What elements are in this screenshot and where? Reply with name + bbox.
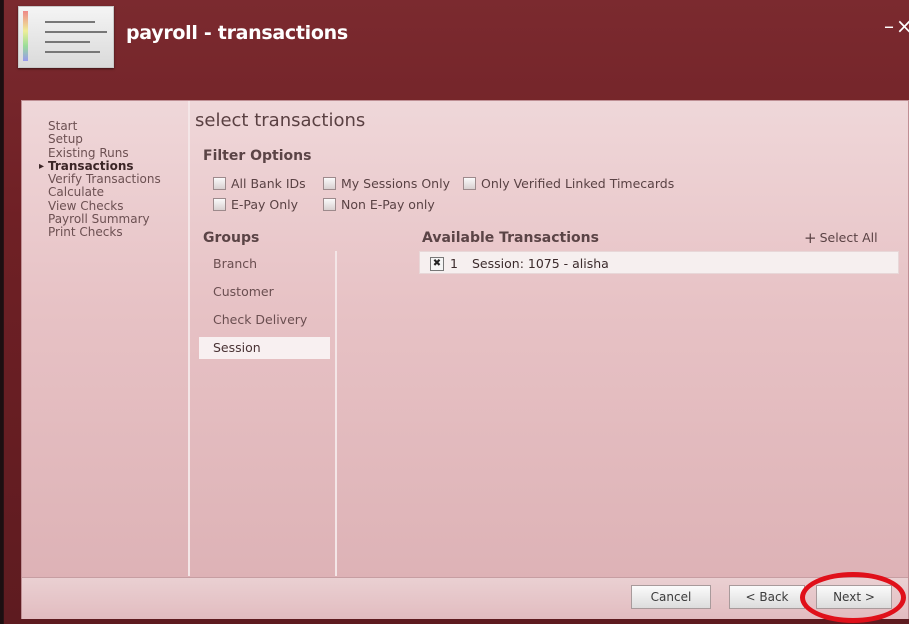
plus-icon: + bbox=[804, 229, 817, 247]
checkbox-icon[interactable] bbox=[323, 177, 336, 190]
checkbox-icon[interactable] bbox=[463, 177, 476, 190]
transaction-number: 1 bbox=[450, 256, 458, 271]
nav-step-print-checks[interactable]: Print Checks bbox=[48, 226, 161, 240]
group-item-branch[interactable]: Branch bbox=[199, 253, 330, 275]
filter-all-bank-ids[interactable]: All Bank IDs bbox=[213, 176, 306, 191]
wizard-step-nav: Start Setup Existing Runs Transactions V… bbox=[22, 101, 190, 576]
nav-step-payroll-summary[interactable]: Payroll Summary bbox=[48, 212, 161, 226]
group-item-customer[interactable]: Customer bbox=[199, 281, 330, 303]
nav-step-verify-transactions[interactable]: Verify Transactions bbox=[48, 172, 161, 186]
cancel-button[interactable]: Cancel bbox=[631, 585, 711, 609]
group-item-session[interactable]: Session bbox=[199, 337, 330, 359]
nav-step-calculate[interactable]: Calculate bbox=[48, 186, 161, 200]
filter-options-heading: Filter Options bbox=[203, 148, 312, 164]
checkbox-icon[interactable] bbox=[323, 198, 336, 211]
select-all-button[interactable]: + Select All bbox=[804, 229, 878, 247]
next-button-highlight bbox=[800, 572, 906, 623]
back-button[interactable]: < Back bbox=[729, 585, 805, 609]
wizard-footer: Cancel < Back Next > bbox=[22, 577, 908, 619]
app-window: payroll - transactions – × Start Setup Ex… bbox=[3, 0, 909, 624]
nav-step-setup[interactable]: Setup bbox=[48, 132, 161, 146]
nav-step-start[interactable]: Start bbox=[48, 119, 161, 133]
app-logo-icon bbox=[18, 6, 114, 68]
transaction-label: Session: 1075 - alisha bbox=[472, 256, 609, 271]
available-transactions-heading: Available Transactions bbox=[422, 230, 599, 246]
main-content: select transactions Filter Options All B… bbox=[190, 101, 908, 576]
minimize-icon[interactable]: – bbox=[882, 14, 896, 38]
checkbox-checked-icon[interactable]: ✖ bbox=[430, 257, 444, 271]
nav-step-view-checks[interactable]: View Checks bbox=[48, 199, 161, 213]
window-title: payroll - transactions bbox=[126, 22, 348, 44]
page-title: select transactions bbox=[195, 110, 366, 131]
nav-step-existing-runs[interactable]: Existing Runs bbox=[48, 146, 161, 160]
groups-heading: Groups bbox=[203, 230, 260, 246]
group-item-check-delivery[interactable]: Check Delivery bbox=[199, 309, 330, 331]
transaction-row[interactable]: ✖ 1 Session: 1075 - alisha bbox=[419, 251, 899, 274]
nav-step-transactions[interactable]: Transactions bbox=[39, 159, 161, 173]
filter-e-pay-only[interactable]: E-Pay Only bbox=[213, 197, 298, 212]
groups-list: Branch Customer Check Delivery Session bbox=[199, 251, 337, 576]
filter-non-e-pay-only[interactable]: Non E-Pay only bbox=[323, 197, 435, 212]
filter-my-sessions-only[interactable]: My Sessions Only bbox=[323, 176, 450, 191]
close-icon[interactable]: × bbox=[896, 14, 909, 38]
title-bar[interactable]: payroll - transactions – × bbox=[4, 0, 909, 75]
filter-verified-linked-timecards[interactable]: Only Verified Linked Timecards bbox=[463, 176, 674, 191]
checkbox-icon[interactable] bbox=[213, 177, 226, 190]
checkbox-icon[interactable] bbox=[213, 198, 226, 211]
wizard-panel: Start Setup Existing Runs Transactions V… bbox=[21, 100, 909, 619]
